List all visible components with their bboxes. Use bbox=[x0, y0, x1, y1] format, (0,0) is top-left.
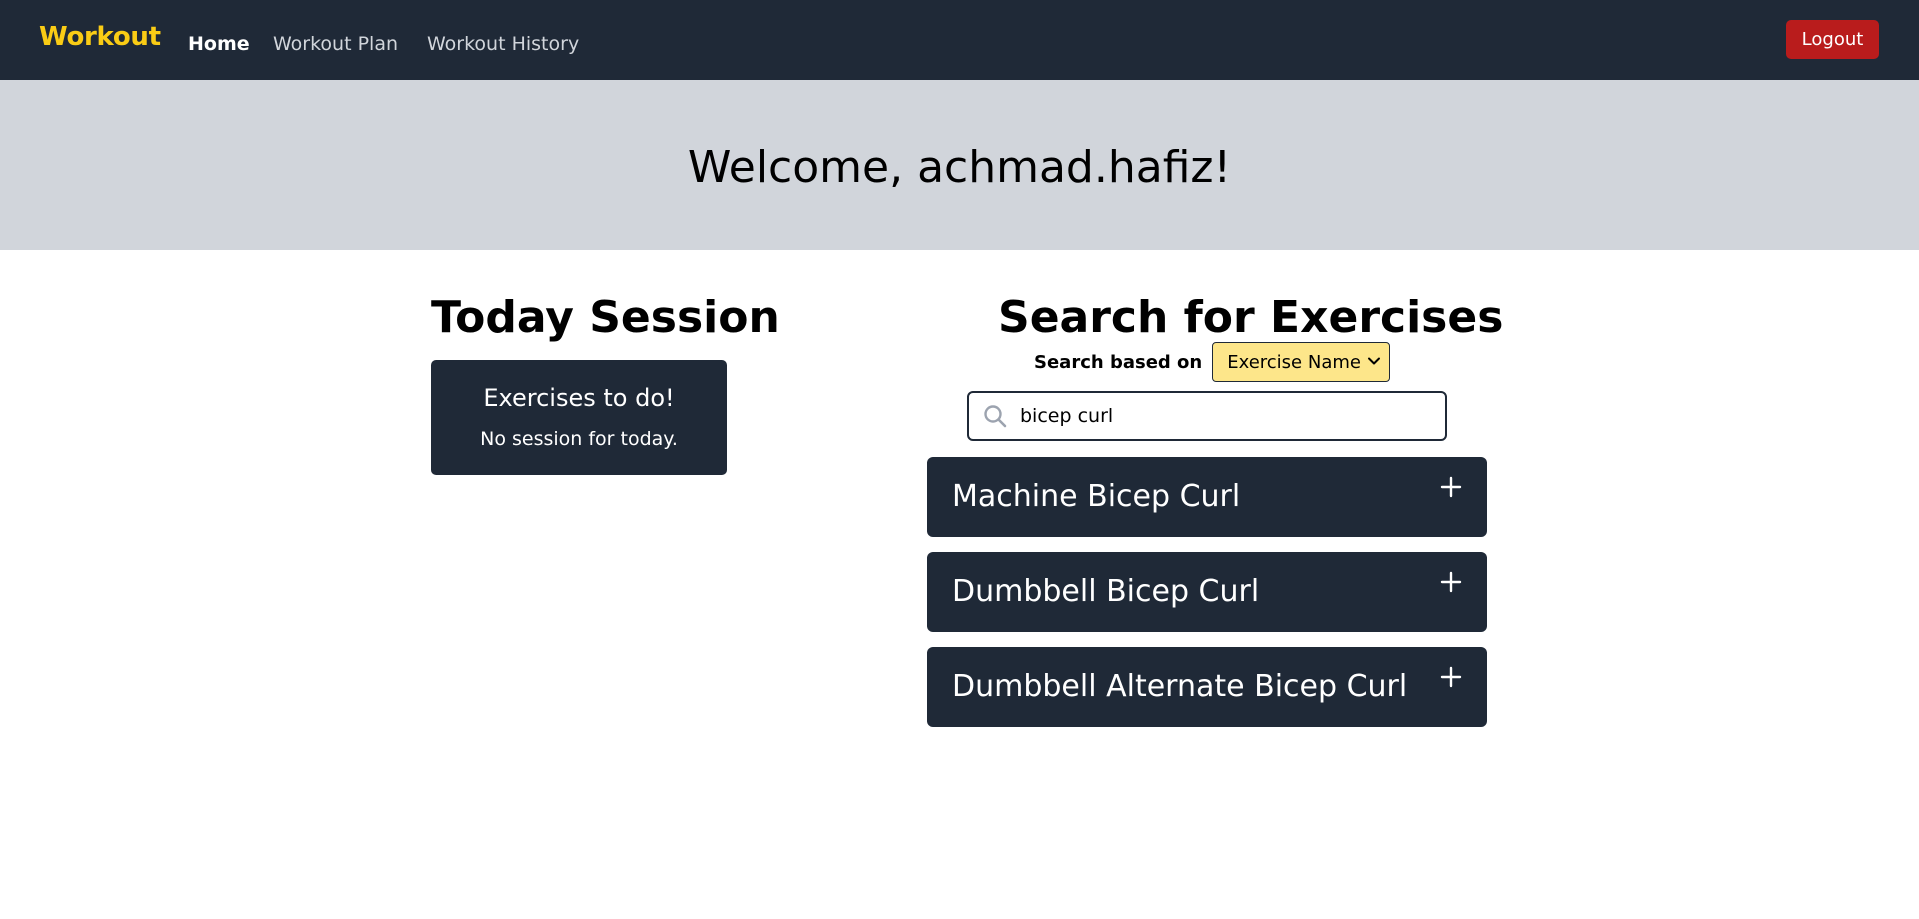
plus-icon[interactable] bbox=[1439, 570, 1463, 594]
nav-link-workout-history[interactable]: Workout History bbox=[427, 33, 579, 55]
search-mode-row: Search based on Exercise Name bbox=[1034, 342, 1391, 382]
nav-link-home[interactable]: Home bbox=[188, 33, 250, 55]
welcome-banner: Welcome, achmad.hafiz! bbox=[0, 80, 1919, 250]
nav-link-workout-plan[interactable]: Workout Plan bbox=[273, 33, 398, 55]
exercise-name: Dumbbell Bicep Curl bbox=[952, 574, 1260, 609]
brand-logo[interactable]: Workout bbox=[39, 22, 161, 52]
search-title: Search for Exercises bbox=[998, 292, 1504, 343]
plus-icon[interactable] bbox=[1439, 665, 1463, 689]
navbar: Workout Home Workout Plan Workout Histor… bbox=[0, 0, 1919, 80]
today-session-title: Today Session bbox=[431, 292, 780, 343]
search-box bbox=[967, 391, 1447, 441]
search-mode-label: Search based on bbox=[1034, 351, 1203, 373]
search-input[interactable] bbox=[1018, 404, 1438, 428]
search-mode-selected: Exercise Name bbox=[1227, 351, 1361, 373]
chevron-down-icon bbox=[1368, 357, 1381, 365]
plus-icon[interactable] bbox=[1439, 475, 1463, 499]
exercise-name: Machine Bicep Curl bbox=[952, 479, 1241, 514]
session-card-message: No session for today. bbox=[480, 428, 678, 450]
exercise-result-card[interactable]: Machine Bicep Curl bbox=[927, 457, 1487, 537]
search-mode-select[interactable]: Exercise Name bbox=[1212, 342, 1391, 382]
exercise-result-card[interactable]: Dumbbell Alternate Bicep Curl bbox=[927, 647, 1487, 727]
session-card-title: Exercises to do! bbox=[483, 384, 675, 412]
welcome-title: Welcome, achmad.hafiz! bbox=[687, 142, 1232, 193]
session-card: Exercises to do! No session for today. bbox=[431, 360, 727, 475]
logout-button[interactable]: Logout bbox=[1786, 20, 1879, 59]
search-icon bbox=[984, 405, 1007, 428]
exercise-name: Dumbbell Alternate Bicep Curl bbox=[952, 669, 1408, 704]
exercise-result-card[interactable]: Dumbbell Bicep Curl bbox=[927, 552, 1487, 632]
